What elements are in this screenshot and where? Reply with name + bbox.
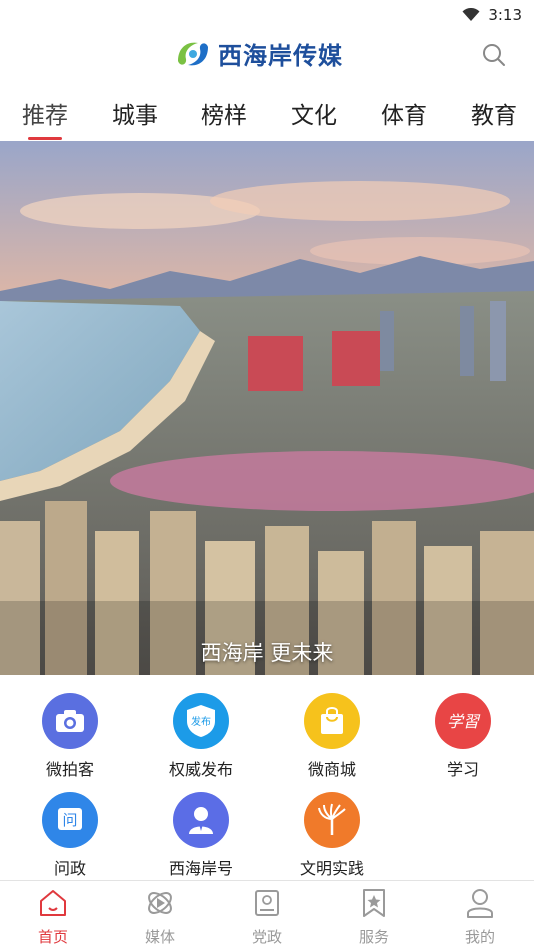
tab-culture[interactable]: 文化	[284, 96, 344, 130]
nav-label: 我的	[464, 928, 495, 946]
bottom-nav: 首页 媒体 党政 服务 我的	[0, 880, 534, 949]
service-weipaike[interactable]: 微拍客	[20, 693, 120, 780]
nav-label: 媒体	[144, 928, 175, 946]
service-civilization[interactable]: 文明实践	[282, 792, 382, 879]
icon-text: 学習	[447, 712, 481, 731]
wifi-icon	[462, 8, 480, 21]
civilization-icon	[304, 792, 360, 848]
service-study[interactable]: 学習 学习	[413, 693, 513, 780]
profile-icon	[467, 889, 493, 918]
nav-party[interactable]: 党政	[232, 887, 302, 947]
service-label: 西海岸号	[168, 859, 233, 878]
shield-publish-icon: 发布	[173, 693, 229, 749]
media-icon	[148, 892, 172, 914]
service-label: 微拍客	[45, 760, 94, 779]
study-icon: 学習	[435, 693, 491, 749]
category-tabs: 推荐 城事 榜样 文化 体育 教育	[0, 90, 534, 140]
logo-mark-icon	[178, 42, 208, 65]
nav-service[interactable]: 服务	[339, 887, 409, 947]
hero-banner[interactable]: 西海岸 更未来	[0, 141, 534, 675]
service-label: 问政	[53, 859, 86, 878]
status-time: 3:13	[488, 6, 522, 24]
service-label: 微商城	[307, 760, 356, 779]
service-label: 文明实践	[299, 859, 364, 878]
banner-image	[0, 141, 534, 675]
service-grid: 微拍客 发布 权威发布 微商城 学習 学习 问 问政 西海岸号 文明实践	[0, 675, 534, 880]
service-official-release[interactable]: 发布 权威发布	[151, 693, 251, 780]
nav-media[interactable]: 媒体	[125, 887, 195, 947]
service-label: 学习	[446, 760, 479, 779]
nav-label: 首页	[37, 928, 68, 946]
inquiry-icon: 问	[42, 792, 98, 848]
party-book-icon	[255, 890, 279, 916]
banner-caption: 西海岸 更未来	[200, 641, 334, 665]
app-logo: 西海岸传媒	[174, 36, 343, 71]
service-star-icon	[363, 889, 385, 917]
tab-recommend[interactable]: 推荐	[15, 96, 75, 130]
service-mall[interactable]: 微商城	[282, 693, 382, 780]
service-inquiry[interactable]: 问 问政	[20, 792, 120, 879]
search-icon	[483, 44, 505, 66]
camera-icon	[42, 693, 98, 749]
nav-profile[interactable]: 我的	[445, 887, 515, 947]
tab-sports[interactable]: 体育	[374, 96, 434, 130]
tab-role-models[interactable]: 榜样	[194, 96, 254, 130]
shopping-bag-icon	[304, 693, 360, 749]
nav-label: 服务	[358, 928, 389, 946]
service-account[interactable]: 西海岸号	[151, 792, 251, 879]
icon-text: 发布	[191, 715, 211, 728]
nav-label: 党政	[251, 928, 282, 946]
nav-home[interactable]: 首页	[18, 887, 88, 947]
icon-text: 问	[62, 811, 77, 829]
active-tab-indicator	[28, 137, 62, 140]
tab-education[interactable]: 教育	[464, 96, 524, 130]
app-header: 西海岸传媒	[0, 30, 534, 82]
status-bar: 3:13	[0, 0, 534, 30]
service-label: 权威发布	[168, 760, 233, 779]
search-button[interactable]	[478, 39, 510, 71]
tab-city[interactable]: 城事	[105, 96, 165, 130]
home-icon	[40, 890, 66, 916]
app-name: 西海岸传媒	[218, 42, 343, 70]
user-badge-icon	[173, 792, 229, 848]
